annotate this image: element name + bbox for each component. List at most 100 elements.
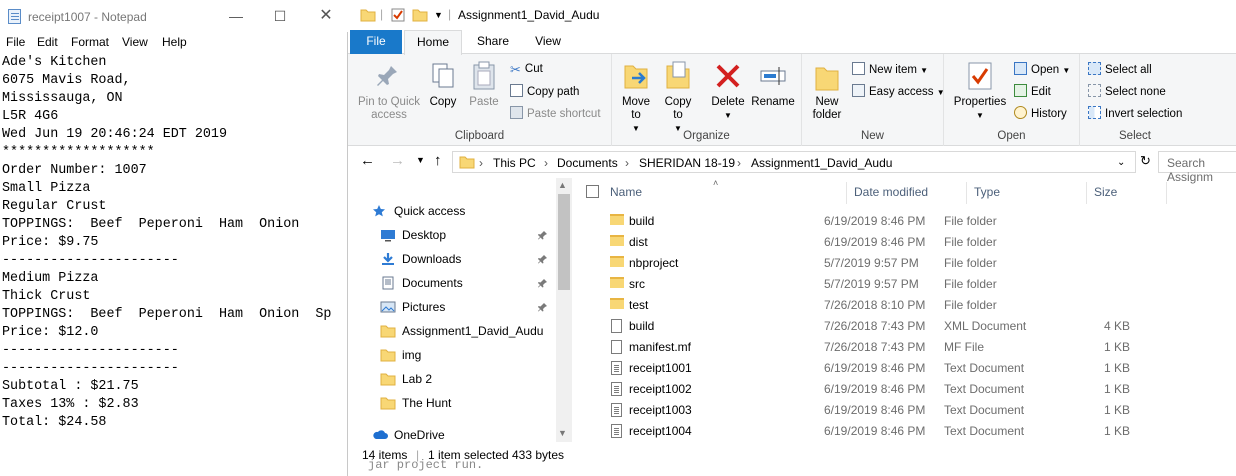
file-row[interactable]: receipt1002 6/19/2019 8:46 PM Text Documen… <box>608 379 1208 400</box>
forward-arrow-icon[interactable]: → <box>390 152 405 169</box>
file-row[interactable]: build 7/26/2018 7:43 PM XML Document 4 KB <box>608 316 1208 337</box>
column-name[interactable]: Name <box>610 185 642 199</box>
breadcrumb-this-pc[interactable]: This PC <box>493 156 536 170</box>
minimize-icon[interactable]: — <box>218 4 254 28</box>
close-icon[interactable]: ✕ <box>308 4 344 28</box>
easy-access-button[interactable]: Easy access ▼ <box>852 84 945 100</box>
pin-icon <box>538 278 547 288</box>
recent-locations-icon[interactable]: ▼ <box>416 155 425 165</box>
file-date-modified: 6/19/2019 8:46 PM <box>824 403 926 417</box>
notepad-text-area[interactable]: Ade's Kitchen 6075 Mavis Road, Mississauga… <box>2 54 346 476</box>
copy-path-button[interactable]: Copy path <box>510 84 579 99</box>
invert-selection-button[interactable]: Invert selection <box>1088 106 1182 121</box>
file-row[interactable]: nbproject 5/7/2019 9:57 PM File folder <box>608 253 1208 274</box>
maximize-icon[interactable]: ☐ <box>262 4 298 28</box>
invert-selection-icon <box>1088 106 1101 119</box>
address-bar[interactable]: › This PC › Documents › SHERIDAN 18-19 ›… <box>452 151 1136 173</box>
scroll-up-icon[interactable]: ▲ <box>558 180 567 190</box>
breadcrumb-current-folder[interactable]: Assignment1_David_Audu <box>751 156 892 170</box>
search-box[interactable]: Search Assignm <box>1158 151 1236 184</box>
select-all-button[interactable]: Select all <box>1088 62 1152 77</box>
column-size[interactable]: Size <box>1094 185 1117 199</box>
copy-to-button[interactable]: Copy to ▼ <box>660 60 696 135</box>
file-row[interactable]: receipt1004 6/19/2019 8:46 PM Text Documen… <box>608 421 1208 442</box>
refresh-icon[interactable]: ↻ <box>1140 153 1151 169</box>
file-row[interactable]: receipt1001 6/19/2019 8:46 PM Text Documen… <box>608 358 1208 379</box>
back-arrow-icon[interactable]: ← <box>360 152 375 169</box>
new-folder-button[interactable]: New folder <box>808 60 846 122</box>
select-none-button[interactable]: Select none <box>1088 84 1166 99</box>
address-dropdown-icon[interactable]: ⌄ <box>1117 157 1125 168</box>
rename-button[interactable]: Rename <box>750 60 796 109</box>
ribbon-group-clipboard: Pin to Quick access Copy Paste ✂ Cut Copy… <box>348 54 612 146</box>
ribbon: Pin to Quick access Copy Paste ✂ Cut Copy… <box>348 54 1236 146</box>
nav-item[interactable]: Lab 2 <box>348 368 558 390</box>
nav-item[interactable]: Quick access <box>348 200 558 222</box>
select-all-checkbox[interactable] <box>586 185 599 198</box>
column-date-modified[interactable]: Date modified <box>854 185 928 199</box>
file-name: src <box>629 277 645 291</box>
nav-item[interactable]: Pictures <box>348 296 558 318</box>
nav-item[interactable]: The Hunt <box>348 392 558 414</box>
file-row[interactable]: build 6/19/2019 8:46 PM File folder <box>608 211 1208 232</box>
breadcrumb-sheridan[interactable]: SHERIDAN 18-19 <box>639 156 735 170</box>
open-button[interactable]: Open ▼ <box>1014 62 1070 78</box>
nav-item[interactable]: Downloads <box>348 248 558 270</box>
menu-format[interactable]: Format <box>71 35 109 49</box>
tab-home[interactable]: Home <box>404 30 462 55</box>
nav-item[interactable]: Assignment1_David_Audu <box>348 320 558 342</box>
tab-file[interactable]: File <box>350 30 402 54</box>
menu-edit[interactable]: Edit <box>37 35 58 49</box>
pin-icon <box>377 66 397 86</box>
notepad-icon <box>8 9 21 24</box>
file-date-modified: 7/26/2018 7:43 PM <box>824 319 926 333</box>
pin-to-quick-access-button[interactable]: Pin to Quick access <box>354 60 424 122</box>
history-button[interactable]: History <box>1014 106 1067 121</box>
paste-shortcut-button[interactable]: Paste shortcut <box>510 106 601 121</box>
nav-item-label: Quick access <box>394 204 466 218</box>
menu-view[interactable]: View <box>122 35 148 49</box>
nav-item[interactable]: img <box>348 344 558 366</box>
tab-share[interactable]: Share <box>468 30 518 54</box>
scroll-down-icon[interactable]: ▼ <box>558 428 567 438</box>
menu-help[interactable]: Help <box>162 35 187 49</box>
nav-item[interactable]: Documents <box>348 272 558 294</box>
explorer-window: | ▼ | Assignment1_David_Audu File Home S… <box>348 0 1236 476</box>
notepad-line: Price: $12.0 <box>2 325 99 340</box>
folder-icon <box>610 235 624 246</box>
file-row[interactable]: test 7/26/2018 8:10 PM File folder <box>608 295 1208 316</box>
copy-button[interactable]: Copy <box>424 60 462 109</box>
qat-dropdown-icon[interactable]: ▼ <box>434 10 443 20</box>
easy-access-icon <box>852 84 865 97</box>
notepad-line: ---------------------- <box>2 361 179 376</box>
paste-button[interactable]: Paste <box>464 60 504 109</box>
breadcrumb-documents[interactable]: Documents <box>557 156 618 170</box>
column-type[interactable]: Type <box>974 185 1000 199</box>
nav-item-label: Assignment1_David_Audu <box>402 324 544 338</box>
move-to-button[interactable]: Move to ▼ <box>618 60 654 135</box>
up-arrow-icon[interactable]: ↑ <box>434 152 442 169</box>
new-folder-icon[interactable] <box>412 7 428 23</box>
text-document-icon <box>611 361 622 375</box>
file-list: ˄ Name Date modified Type Size build 6/19… <box>578 178 1236 442</box>
notepad-line: Total: $24.58 <box>2 415 107 430</box>
cut-button[interactable]: ✂ Cut <box>510 62 543 77</box>
nav-item[interactable]: Desktop <box>348 224 558 246</box>
folder-icon <box>380 324 396 341</box>
menu-file[interactable]: File <box>6 35 25 49</box>
delete-button[interactable]: Delete ▼ <box>708 60 748 122</box>
file-row[interactable]: src 5/7/2019 9:57 PM File folder <box>608 274 1208 295</box>
file-size: 1 KB <box>1103 361 1130 375</box>
new-item-button[interactable]: New item ▼ <box>852 62 928 78</box>
nav-scrollbar-thumb[interactable] <box>558 194 570 290</box>
properties-check-icon[interactable] <box>390 7 406 23</box>
file-date-modified: 5/7/2019 9:57 PM <box>824 256 919 270</box>
file-row[interactable]: manifest.mf 7/26/2018 7:43 PM MF File 1 KB <box>608 337 1208 358</box>
edit-button[interactable]: Edit <box>1014 84 1051 99</box>
tab-view[interactable]: View <box>524 30 572 54</box>
notepad-line: L5R 4G6 <box>2 109 59 124</box>
properties-button[interactable]: Properties ▼ <box>950 60 1010 122</box>
file-name: nbproject <box>629 256 679 270</box>
file-row[interactable]: receipt1003 6/19/2019 8:46 PM Text Documen… <box>608 400 1208 421</box>
file-row[interactable]: dist 6/19/2019 8:46 PM File folder <box>608 232 1208 253</box>
